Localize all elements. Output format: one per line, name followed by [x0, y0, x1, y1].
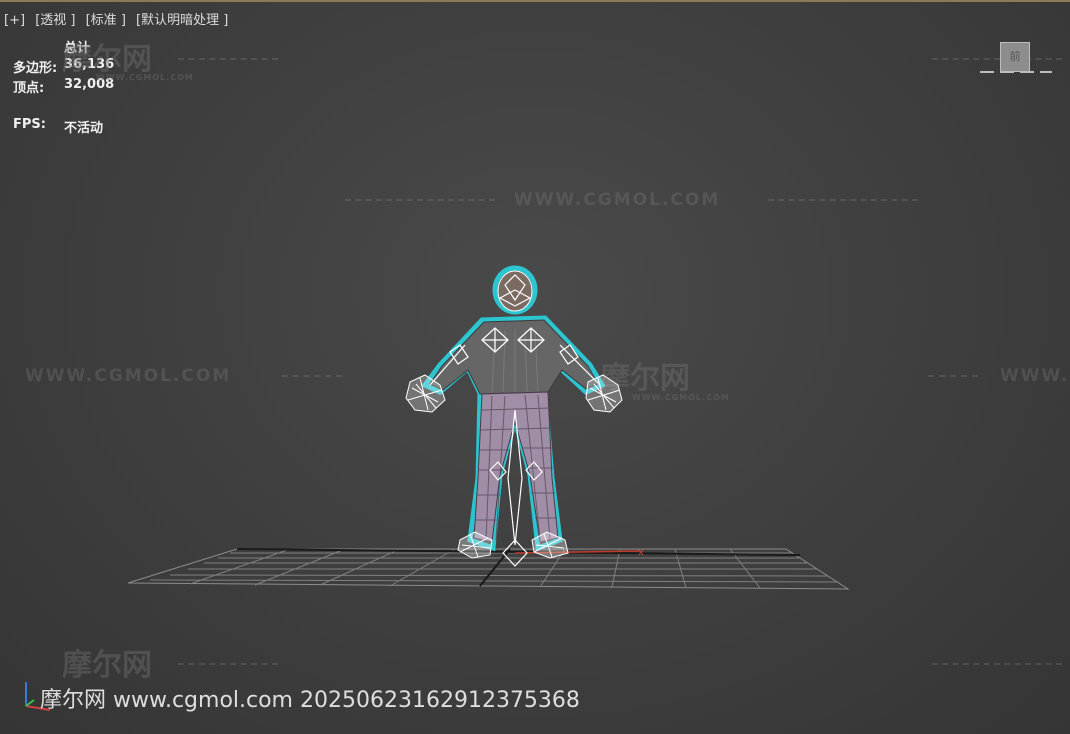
- grid-home-axis: [236, 548, 801, 556]
- character-model: [405, 265, 623, 567]
- viewport-scene[interactable]: x: [0, 0, 1070, 734]
- x-axis-label: x: [638, 547, 644, 558]
- footer-watermark: 摩尔网 www.cgmol.com 2025062316291237536​8: [40, 688, 580, 713]
